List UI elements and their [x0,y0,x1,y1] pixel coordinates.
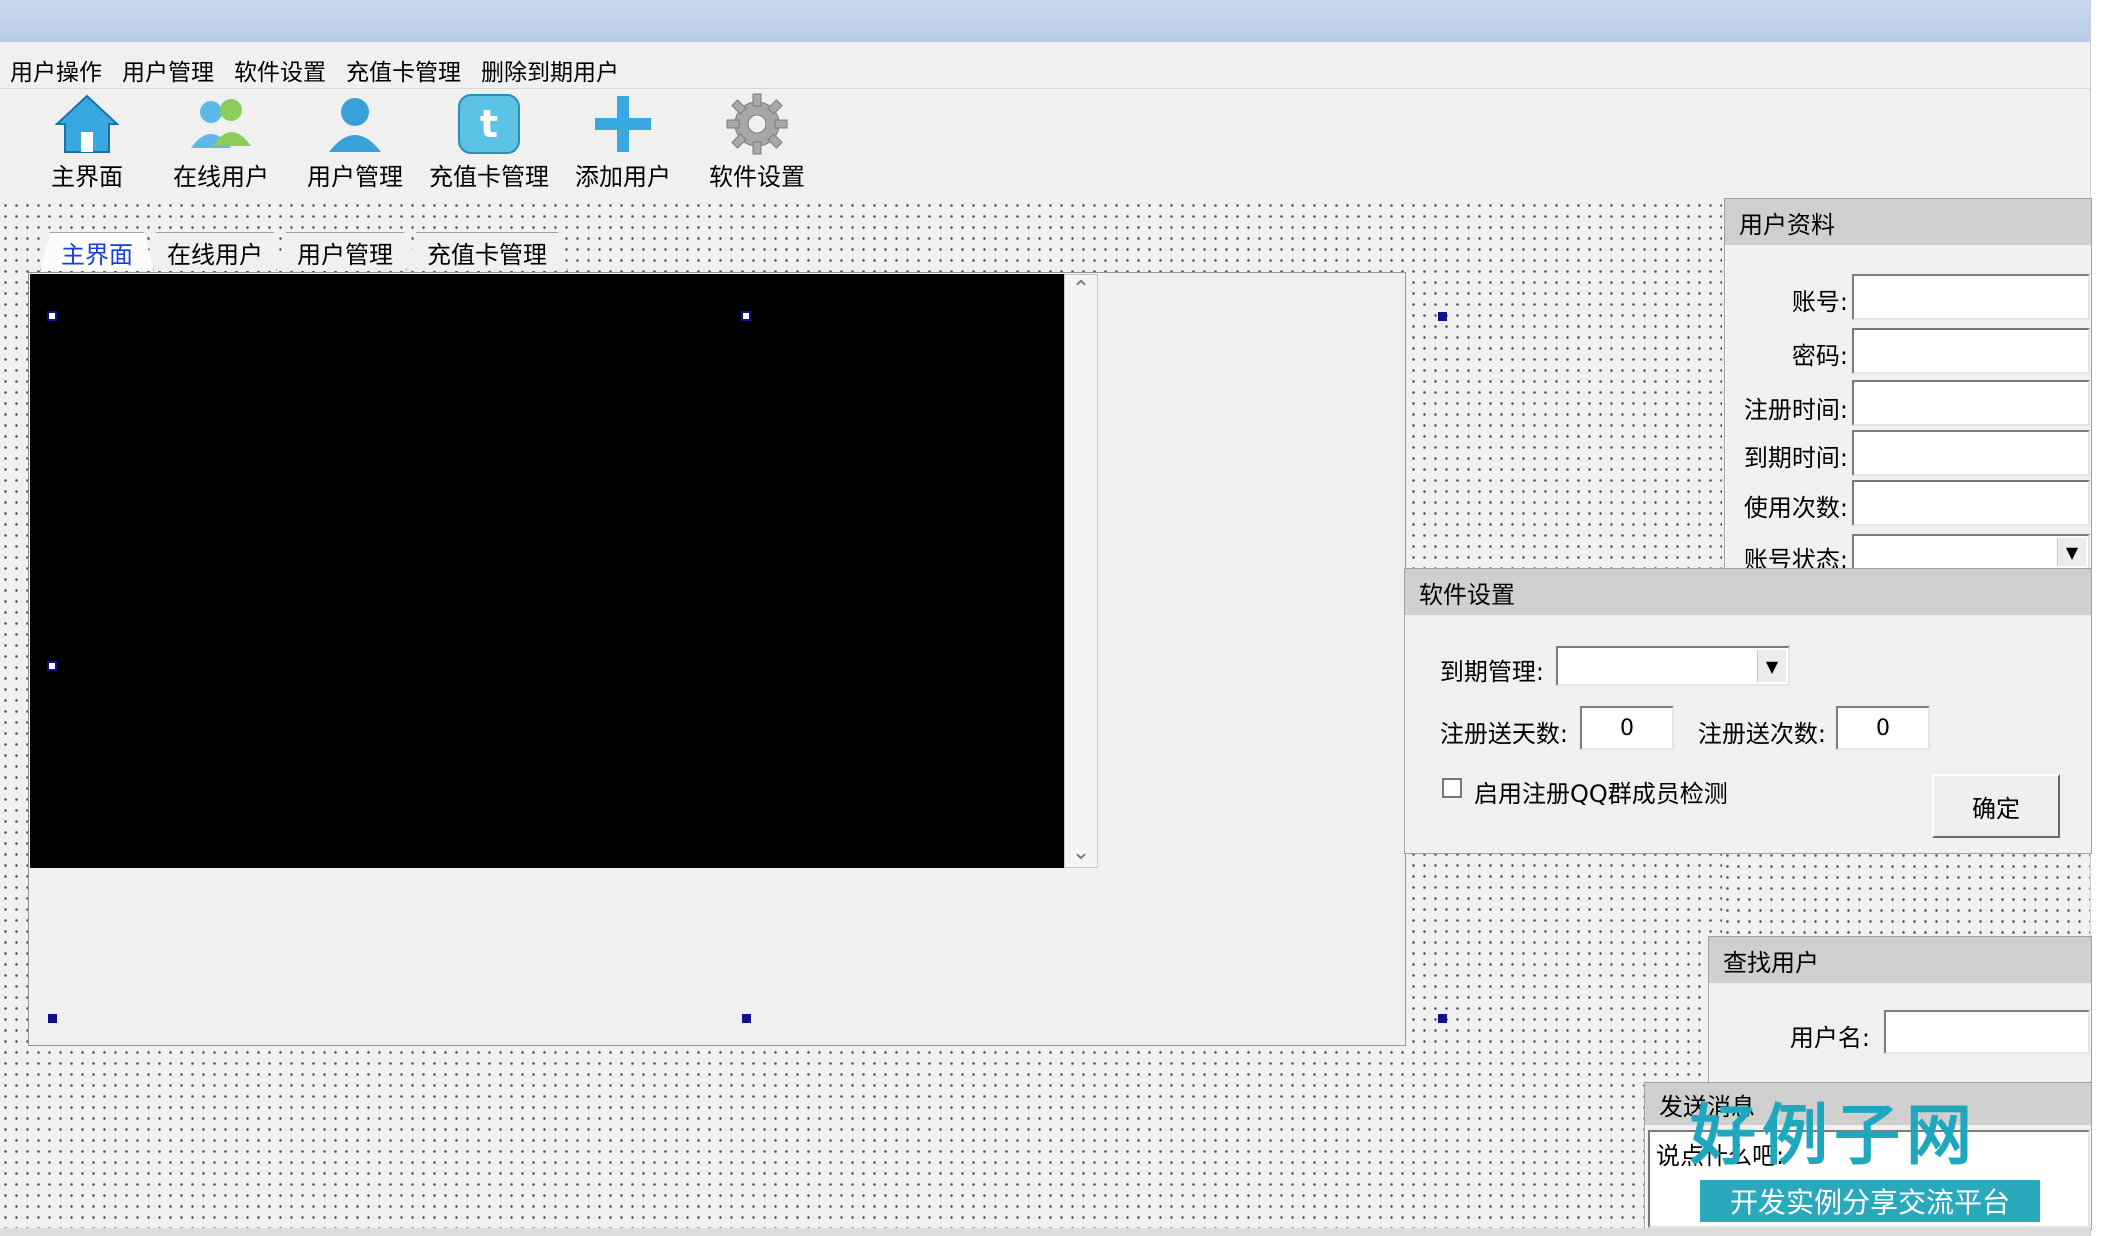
resize-handle[interactable] [741,311,751,321]
usage-count-label: 使用次数: [1743,494,1848,522]
watermark-tagline: 开发实例分享交流平台 [1700,1180,2040,1222]
software-settings-title: 软件设置 [1405,569,2091,615]
svg-text:t: t [480,102,498,146]
tab-online-users[interactable]: 在线用户 [146,232,284,271]
toolbar-online-users-button[interactable]: 在线用户 [154,92,288,192]
password-field[interactable] [1852,328,2090,374]
usage-count-field[interactable] [1852,480,2090,526]
menu-delete-expired[interactable]: 删除到期用户 [471,53,629,87]
scroll-up-icon[interactable]: ⌃ [1065,277,1097,302]
reg-days-field[interactable]: 0 [1580,706,1674,750]
tab-user-mgmt[interactable]: 用户管理 [276,232,414,271]
card-icon: t [455,92,523,155]
menu-user-ops[interactable]: 用户操作 [0,53,112,87]
account-label: 账号: [1791,288,1848,316]
menu-user-mgmt[interactable]: 用户管理 [112,53,224,87]
plus-icon [589,92,657,155]
gear-icon [723,92,791,155]
toolbar-add-user-label: 添加用户 [575,163,671,191]
toolbar-home-label: 主界面 [51,163,123,191]
window-right-edge [2090,0,2114,1236]
resize-handle[interactable] [47,661,57,671]
toolbar-user-mgmt-label: 用户管理 [307,163,403,191]
toolbar-home-button[interactable]: 主界面 [20,92,154,192]
menu-bar: 用户操作 用户管理 软件设置 充值卡管理 删除到期用户 [0,52,2090,89]
vertical-scrollbar[interactable]: ⌃ ⌄ [1064,274,1098,868]
toolbar: 主界面 在线用户 用户管理 t 充值卡管理 添加用户 软件设置 [20,92,824,192]
password-label: 密码: [1791,342,1848,370]
reg-time-field[interactable] [1852,380,2090,426]
main-list-view[interactable] [30,274,1064,868]
reg-time-label: 注册时间: [1743,396,1848,424]
expire-mgmt-label: 到期管理: [1439,658,1544,686]
account-field[interactable] [1852,274,2090,320]
toolbar-add-user-button[interactable]: 添加用户 [556,92,690,192]
scroll-down-icon[interactable]: ⌄ [1065,840,1097,865]
menu-card-mgmt[interactable]: 充值卡管理 [336,53,471,87]
watermark-logo: 好例子网 开发实例分享交流平台 [1690,1082,2050,1232]
toolbar-settings-button[interactable]: 软件设置 [690,92,824,192]
toolbar-card-mgmt-button[interactable]: t 充值卡管理 [422,92,556,192]
toolbar-user-mgmt-button[interactable]: 用户管理 [288,92,422,192]
toolbar-online-users-label: 在线用户 [173,163,269,191]
expire-mgmt-combo[interactable]: ▼ [1556,646,1790,686]
menu-software-settings[interactable]: 软件设置 [224,53,336,87]
qq-check-label: 启用注册QQ群成员检测 [1474,780,1728,808]
reg-days-label: 注册送天数: [1439,720,1568,748]
qq-check-checkbox[interactable] [1442,778,1462,798]
bottom-edge [0,1228,2090,1236]
window-title-strip [0,0,2090,42]
users-online-icon [187,92,255,155]
expire-time-label: 到期时间: [1743,444,1848,472]
watermark-brand: 好例子网 [1690,1096,1978,1174]
resize-handle[interactable] [1438,312,1447,321]
find-user-title: 查找用户 [1709,937,2091,983]
resize-handle[interactable] [48,1014,57,1023]
username-field[interactable] [1884,1010,2090,1054]
toolbar-settings-label: 软件设置 [709,163,805,191]
user-icon [321,92,389,155]
tab-home[interactable]: 主界面 [40,232,154,271]
resize-handle[interactable] [47,311,57,321]
toolbar-card-mgmt-label: 充值卡管理 [429,163,549,191]
username-label: 用户名: [1789,1024,1870,1052]
reg-times-label: 注册送次数: [1697,720,1826,748]
chevron-down-icon[interactable]: ▼ [1757,650,1786,682]
resize-handle[interactable] [1438,1014,1447,1023]
tab-card-mgmt[interactable]: 充值卡管理 [406,232,568,271]
expire-time-field[interactable] [1852,430,2090,476]
reg-times-field[interactable]: 0 [1836,706,1930,750]
user-info-title: 用户资料 [1725,199,2091,245]
status-combo[interactable]: ▼ [1852,534,2090,570]
confirm-button[interactable]: 确定 [1932,774,2060,838]
chevron-down-icon[interactable]: ▼ [2057,538,2086,566]
home-icon [53,92,121,155]
resize-handle[interactable] [742,1014,751,1023]
tab-strip: 主界面 在线用户 用户管理 充值卡管理 [40,232,560,272]
